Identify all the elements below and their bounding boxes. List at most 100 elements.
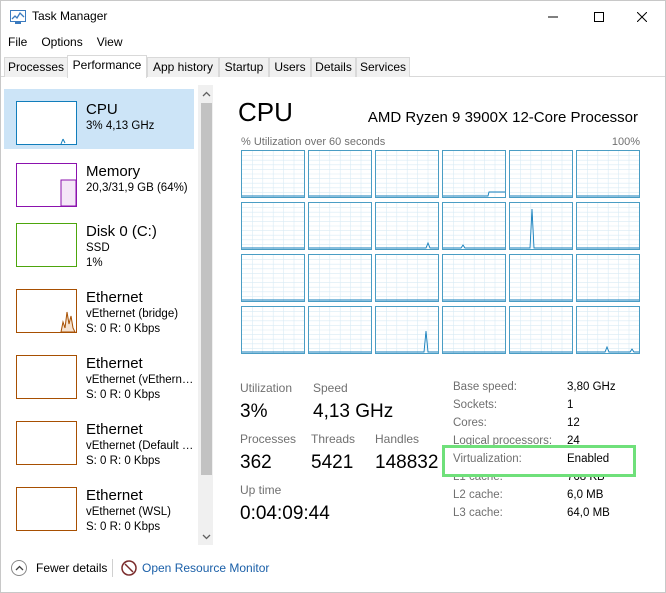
sidebar-scrollbar[interactable] <box>198 85 213 545</box>
footer: Fewer details Open Resource Monitor <box>1 553 665 583</box>
logical-processor-graph <box>576 202 640 250</box>
sidebar-item-sub: vEthernet (WSL) <box>86 506 171 518</box>
l2-cache-value: 6,0 MB <box>567 489 604 501</box>
cpu-detail-panel: CPU AMD Ryzen 9 3900X 12-Core Processor … <box>222 85 662 545</box>
speed-value: 4,13 GHz <box>313 401 394 422</box>
ethernet-thumbnail-graph <box>16 421 77 465</box>
logical-processor-graph <box>308 306 372 354</box>
logical-processor-graph <box>241 254 305 302</box>
sidebar-item-disk[interactable]: Disk 0 (C:) SSD 1% <box>4 211 194 271</box>
tab-bar: Processes Performance App history Startu… <box>1 55 665 78</box>
graph-caption: % Utilization over 60 seconds <box>241 136 386 148</box>
sidebar-item-ethernet-wsl[interactable]: Ethernet vEthernet (WSL) S: 0 R: 0 Kbps <box>4 475 194 535</box>
threads-label: Threads <box>311 432 356 446</box>
logical-processor-graph <box>442 306 506 354</box>
memory-thumbnail-graph <box>16 163 77 207</box>
maximize-button[interactable] <box>576 1 622 32</box>
logical-processor-graph <box>576 254 640 302</box>
processes-value: 362 <box>240 452 272 473</box>
sidebar-item-title: Ethernet <box>86 355 143 372</box>
tab-app-history[interactable]: App history <box>147 57 219 77</box>
scroll-up-button[interactable] <box>198 85 213 102</box>
sockets-label: Sockets: <box>453 399 498 411</box>
logical-processor-graphs <box>241 150 641 355</box>
graph-max-label: 100% <box>611 136 640 148</box>
uptime-label: Up time <box>240 483 282 497</box>
close-icon <box>637 11 647 22</box>
tab-processes[interactable]: Processes <box>4 57 68 77</box>
sidebar-item-title: Ethernet <box>86 421 143 438</box>
handles-value: 148832 <box>375 452 439 473</box>
sidebar-item-sub: vEthernet (vEthern… <box>86 374 194 386</box>
sidebar-item-sub: 20,3/31,9 GB (64%) <box>86 182 188 194</box>
maximize-icon <box>594 11 604 22</box>
cpu-model: AMD Ryzen 9 3900X 12-Core Processor <box>367 109 638 126</box>
sidebar-item-memory[interactable]: Memory 20,3/31,9 GB (64%) <box>4 151 194 211</box>
minimize-icon <box>548 16 558 17</box>
chevron-up-icon <box>202 91 211 96</box>
logical-processor-graph <box>308 254 372 302</box>
scroll-down-button[interactable] <box>198 528 213 545</box>
menu-bar: File Options View <box>1 33 130 53</box>
ethernet-thumbnail-graph <box>16 289 77 333</box>
logical-processor-graph <box>375 150 439 198</box>
speed-label: Speed <box>313 381 348 395</box>
menu-file[interactable]: File <box>1 33 34 53</box>
sidebar-item-sub: S: 0 R: 0 Kbps <box>86 521 161 533</box>
sidebar-item-sub: vEthernet (Default … <box>86 440 194 452</box>
task-manager-window: Task Manager File Options View Processes… <box>0 0 666 593</box>
disk-thumbnail-graph <box>16 223 77 267</box>
sidebar-item-title: CPU <box>86 101 118 118</box>
sockets-value: 1 <box>567 399 574 411</box>
logical-processor-graph <box>509 150 573 198</box>
sidebar-item-sub: 1% <box>86 257 103 269</box>
close-button[interactable] <box>619 1 665 32</box>
resource-sidebar: CPU 3% 4,13 GHz Memory 20,3/31,9 GB (64%… <box>4 85 213 545</box>
handles-label: Handles <box>375 432 420 446</box>
task-manager-icon <box>10 10 26 24</box>
footer-divider <box>112 559 113 577</box>
sidebar-item-cpu[interactable]: CPU 3% 4,13 GHz <box>4 89 194 149</box>
tab-performance[interactable]: Performance <box>67 55 147 78</box>
sidebar-item-sub: S: 0 R: 0 Kbps <box>86 389 161 401</box>
logical-processor-graph <box>241 150 305 198</box>
cores-label: Cores: <box>453 417 487 429</box>
logical-processor-graph <box>241 202 305 250</box>
l3-cache-label: L3 cache: <box>453 507 503 519</box>
logical-processor-graph <box>308 150 372 198</box>
chevron-up-icon <box>15 565 23 571</box>
title-bar: Task Manager <box>1 1 665 33</box>
logical-processor-graph <box>576 150 640 198</box>
window-title: Task Manager <box>32 9 108 23</box>
l3-cache-value: 64,0 MB <box>567 507 610 519</box>
logical-processor-graph <box>308 202 372 250</box>
virtualization-label: Virtualization: <box>453 453 522 465</box>
page-title: CPU <box>238 97 293 127</box>
logical-processor-graph <box>442 202 506 250</box>
logical-processor-graph <box>375 254 439 302</box>
tab-startup[interactable]: Startup <box>219 57 269 77</box>
base-speed-label: Base speed: <box>453 381 517 393</box>
logical-processor-graph <box>509 202 573 250</box>
scroll-thumb[interactable] <box>201 103 212 475</box>
tab-details[interactable]: Details <box>311 57 356 77</box>
sidebar-item-ethernet-default[interactable]: Ethernet vEthernet (Default … S: 0 R: 0 … <box>4 409 194 469</box>
logical-processor-graph <box>375 306 439 354</box>
logical-processor-graph <box>442 254 506 302</box>
tab-services[interactable]: Services <box>356 57 410 77</box>
minimize-button[interactable] <box>530 1 576 32</box>
menu-view[interactable]: View <box>90 33 130 53</box>
fewer-details-button[interactable] <box>11 560 27 576</box>
open-resource-monitor-link[interactable]: Open Resource Monitor <box>142 561 269 575</box>
fewer-details-link[interactable]: Fewer details <box>36 561 107 575</box>
cpu-thumbnail-graph <box>16 101 77 145</box>
l2-cache-label: L2 cache: <box>453 489 503 501</box>
tab-users[interactable]: Users <box>269 57 311 77</box>
menu-options[interactable]: Options <box>34 33 89 53</box>
utilization-label: Utilization <box>240 381 293 395</box>
sidebar-item-ethernet-vethernet[interactable]: Ethernet vEthernet (vEthern… S: 0 R: 0 K… <box>4 343 194 403</box>
sidebar-item-title: Ethernet <box>86 289 143 306</box>
logical-processor-graph <box>509 306 573 354</box>
sidebar-item-ethernet-bridge[interactable]: Ethernet vEthernet (bridge) S: 0 R: 0 Kb… <box>4 277 194 337</box>
sidebar-item-sub: S: 0 R: 0 Kbps <box>86 455 161 467</box>
